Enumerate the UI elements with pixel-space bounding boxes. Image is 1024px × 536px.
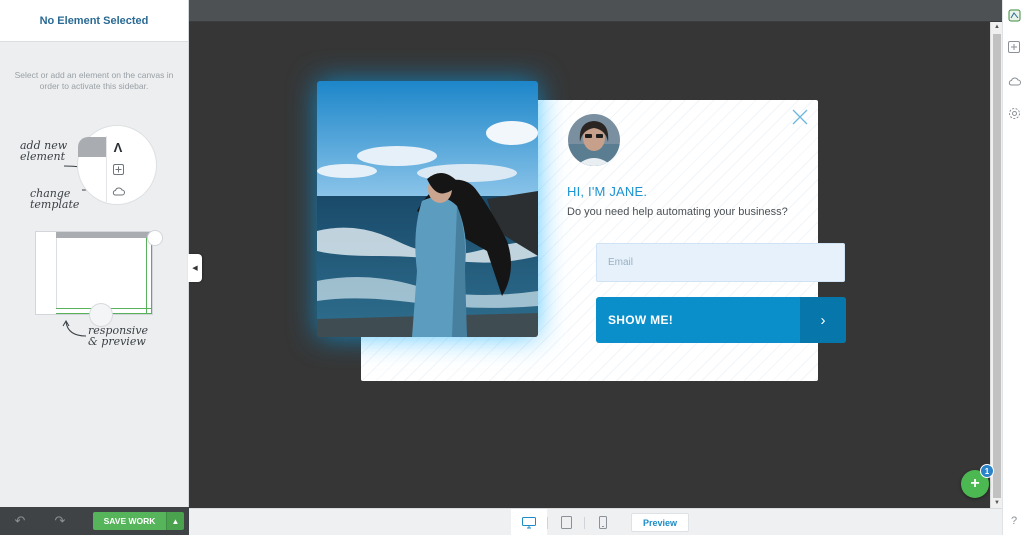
brand-logo-icon: Λ (113, 139, 123, 155)
tip-zoom-band (78, 137, 106, 157)
popup-heading[interactable]: HI, I'M JANE. (567, 184, 647, 199)
email-field[interactable]: Email (596, 243, 845, 282)
save-button-group: SAVE WORK ▲ (93, 512, 184, 530)
chevron-left-icon: ◀ (192, 265, 198, 272)
show-me-button-label: SHOW ME! (608, 313, 674, 327)
preview-button[interactable]: Preview (631, 513, 689, 532)
redo-button[interactable]: ↷ (40, 507, 80, 535)
mobile-view-button[interactable] (585, 509, 621, 536)
canvas-top-strip (189, 0, 1002, 22)
mini-resize-handle (148, 231, 162, 245)
mini-canvas-illustration (35, 231, 153, 315)
help-rail-button[interactable]: ? (1003, 510, 1024, 532)
canvas-scrollbar[interactable]: ▲ ▼ (990, 22, 1002, 508)
undo-button[interactable]: ↶ (0, 507, 40, 535)
settings-rail-button[interactable] (1003, 102, 1024, 124)
help-icon: ? (1010, 515, 1018, 527)
tablet-view-button[interactable] (548, 509, 584, 536)
sidebar-title: No Element Selected (39, 14, 149, 27)
device-preview-bar: Preview (189, 508, 1002, 536)
scroll-up-arrow-icon[interactable]: ▲ (994, 24, 1000, 30)
redo-icon: ↷ (54, 513, 66, 528)
cloud-icon (1008, 77, 1021, 85)
mini-device-knob (90, 304, 112, 326)
desktop-icon (522, 516, 536, 528)
add-element-rail-button[interactable] (1003, 36, 1024, 58)
cloud-template-icon (107, 180, 129, 202)
desktop-view-button[interactable] (511, 509, 547, 536)
scroll-thumb[interactable] (993, 34, 1001, 498)
scroll-down-arrow-icon[interactable]: ▼ (994, 500, 1000, 506)
device-switcher: Preview (511, 509, 689, 536)
add-element-icon (107, 158, 129, 180)
app-logo-icon[interactable] (1003, 4, 1024, 26)
sidebar-footer-toolbar: ↶ ↷ SAVE WORK ▲ (0, 507, 189, 535)
tip-responsive-text: responsive & preview (88, 324, 149, 348)
left-sidebar: No Element Selected Select or add an ele… (0, 0, 189, 535)
popup-subtitle[interactable]: Do you need help automating your busines… (567, 206, 788, 218)
save-work-button[interactable]: SAVE WORK (93, 512, 166, 530)
gear-icon (1008, 107, 1020, 119)
change-template-rail-button[interactable] (1003, 69, 1024, 91)
popup-hero-image[interactable] (317, 81, 538, 337)
undo-icon: ↶ (14, 513, 26, 528)
collapse-sidebar-toggle[interactable]: ◀ (188, 254, 202, 282)
mobile-icon (599, 516, 607, 529)
notification-badge: 1 (980, 464, 994, 478)
tip-icon-column: Λ (106, 136, 128, 202)
chevron-up-icon: ▲ (171, 516, 180, 526)
right-tool-rail: ? (1002, 0, 1024, 535)
plus-square-icon (1008, 41, 1020, 53)
sidebar-header: No Element Selected (0, 0, 188, 42)
save-options-dropdown[interactable]: ▲ (166, 512, 184, 530)
tablet-icon (560, 516, 572, 529)
chevron-right-icon: › (800, 297, 846, 343)
show-me-button[interactable]: SHOW ME! › (596, 297, 846, 343)
close-icon[interactable] (791, 108, 809, 126)
avatar (568, 114, 620, 166)
tip-responsive-arrow (62, 320, 87, 337)
sidebar-hint-text: Select or add an element on the canvas i… (14, 70, 174, 91)
